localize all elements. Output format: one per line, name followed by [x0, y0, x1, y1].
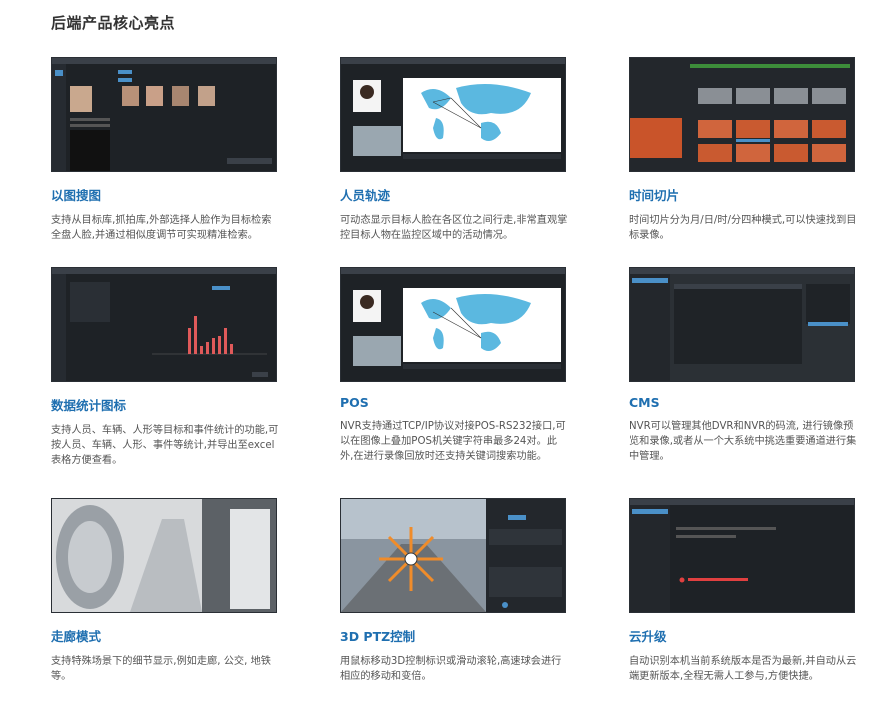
feature-description: 支持从目标库,抓拍库,外部选择人脸作为目标检索全盘人脸,并通过相似度调节可实现精…	[51, 215, 272, 241]
feature-card-statistics: 数据统计图标 支持人员、车辆、人形等目标和事件统计的功能,可按人员、车辆、人形、…	[51, 267, 279, 468]
feature-card-time-slice: 时间切片 时间切片分为月/日/时/分四种模式,可以快速找到目标录像。	[629, 57, 857, 243]
screenshot-cloud-upgrade	[629, 498, 855, 613]
feature-description: 可动态显示目标人脸在各区位之间行走,非常直观掌控目标人物在监控区域中的活动情况。	[340, 215, 568, 241]
feature-description: NVR支持通过TCP/IP协议对接POS-RS232接口,可以在图像上叠加POS…	[340, 421, 566, 462]
feature-title: 3D PTZ控制	[340, 629, 416, 644]
feature-card-cloud-upgrade: 云升级 自动识别本机当前系统版本是否为最新,并自动从云端更新版本,全程无需人工参…	[629, 498, 857, 684]
feature-description: NVR可以管理其他DVR和NVR的码流, 进行镜像预览和录像,或者从一个大系统中…	[629, 421, 857, 462]
feature-card-image-search: 以图搜图 支持从目标库,抓拍库,外部选择人脸作为目标检索全盘人脸,并通过相似度调…	[51, 57, 277, 243]
feature-title: 人员轨迹	[340, 188, 391, 203]
feature-title: 走廊模式	[51, 629, 102, 644]
feature-title: 以图搜图	[51, 188, 102, 203]
feature-title: 云升级	[629, 629, 667, 644]
screenshot-statistics	[51, 267, 277, 382]
feature-description: 用鼠标移动3D控制标识或滑动滚轮,高速球会进行相应的移动和变倍。	[340, 656, 562, 682]
screenshot-cms	[629, 267, 855, 382]
feature-description: 支持人员、车辆、人形等目标和事件统计的功能,可按人员、车辆、人形、事件等统计,并…	[51, 425, 279, 466]
feature-card-corridor: 走廊模式 支持特殊场景下的细节显示,例如走廊, 公交, 地铁等。	[51, 498, 277, 684]
screenshot-time-slice	[629, 57, 855, 172]
feature-description: 自动识别本机当前系统版本是否为最新,并自动从云端更新版本,全程无需人工参与,方便…	[629, 656, 857, 682]
feature-card-pos: POS NVR支持通过TCP/IP协议对接POS-RS232接口,可以在图像上叠…	[340, 267, 566, 464]
feature-card-person-track: 人员轨迹 可动态显示目标人脸在各区位之间行走,非常直观掌控目标人物在监控区域中的…	[340, 57, 568, 243]
feature-title: CMS	[629, 395, 660, 410]
page-title: 后端产品核心亮点	[51, 14, 176, 32]
feature-card-3d-ptz: 3D PTZ控制 用鼠标移动3D控制标识或滑动滚轮,高速球会进行相应的移动和变倍…	[340, 498, 566, 684]
screenshot-pos	[340, 267, 566, 382]
feature-title: 数据统计图标	[51, 398, 127, 413]
feature-title: 时间切片	[629, 188, 680, 203]
feature-card-cms: CMS NVR可以管理其他DVR和NVR的码流, 进行镜像预览和录像,或者从一个…	[629, 267, 857, 464]
screenshot-person-track	[340, 57, 566, 172]
feature-description: 支持特殊场景下的细节显示,例如走廊, 公交, 地铁等。	[51, 656, 271, 682]
feature-title: POS	[340, 395, 369, 410]
screenshot-image-search	[51, 57, 277, 172]
screenshot-corridor	[51, 498, 277, 613]
feature-description: 时间切片分为月/日/时/分四种模式,可以快速找到目标录像。	[629, 215, 857, 241]
screenshot-3d-ptz	[340, 498, 566, 613]
